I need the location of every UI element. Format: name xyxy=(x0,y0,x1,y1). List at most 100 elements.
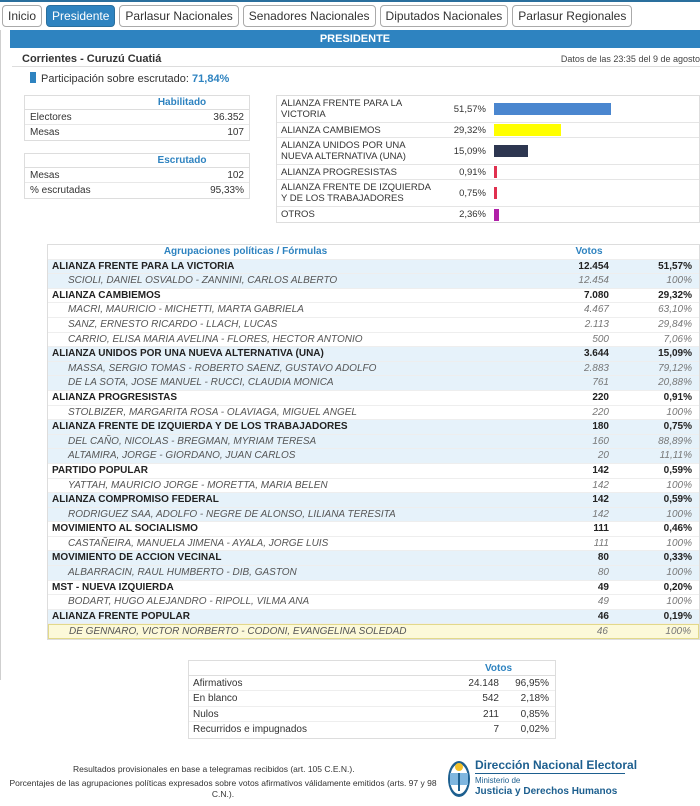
row-votes: 111 xyxy=(593,537,609,549)
row-votes: 46 xyxy=(597,610,609,622)
candidate-row: ALTAMIRA, JORGE - GIORDANO, JUAN CARLOS 2… xyxy=(48,449,699,464)
tab-parlasur-regionales[interactable]: Parlasur Regionales xyxy=(512,5,633,27)
candidate-row: STOLBIZER, MARGARITA ROSA - OLAVIAGA, MI… xyxy=(48,406,699,421)
row-pct: 100% xyxy=(666,406,692,418)
row-votes: 180 xyxy=(592,421,609,433)
row-value: 36.352 xyxy=(213,112,244,123)
row-name: MST - NUEVA IZQUIERDA xyxy=(52,581,174,593)
candidate-row: CASTAÑEIRA, MANUELA JIMENA - AYALA, JORG… xyxy=(48,537,699,552)
habilitado-row: Electores 36.352 xyxy=(25,110,249,125)
bar-pct: 2,36% xyxy=(459,209,486,220)
row-pct: 0,91% xyxy=(663,391,692,403)
candidate-row: CARRIO, ELISA MARIA AVELINA - FLORES, HE… xyxy=(48,333,699,348)
candidate-row: RODRIGUEZ SAA, ADOLFO - NEGRE DE ALONSO,… xyxy=(48,507,699,523)
row-pct: 51,57% xyxy=(658,260,692,272)
row-votes: 46 xyxy=(596,626,608,638)
row-name: DEL CAÑO, NICOLAS - BREGMAN, MYRIAM TERE… xyxy=(68,435,317,447)
votos-pct: 96,95% xyxy=(515,678,549,689)
votos-row: Recurridos e impugnados 7 0,02% xyxy=(189,722,555,737)
row-name: PARTIDO POPULAR xyxy=(52,464,148,476)
bar-label: ALIANZA FRENTE PARA LA VICTORIA xyxy=(281,98,402,120)
party-row: MOVIMIENTO DE ACCION VECINAL 80 0,33% xyxy=(48,551,699,567)
tab-presidente[interactable]: Presidente xyxy=(46,5,116,27)
row-pct: 100% xyxy=(666,537,692,549)
footer-note-1: Resultados provisionales en base a teleg… xyxy=(73,764,355,774)
votos-row: Nulos 211 0,85% xyxy=(189,707,555,723)
tab-senadores-nacionales[interactable]: Senadores Nacionales xyxy=(242,5,376,27)
row-name: DE GENNARO, VICTOR NORBERTO - CODONI, EV… xyxy=(69,626,407,638)
row-label: Mesas xyxy=(30,170,60,181)
row-pct: 100% xyxy=(665,626,691,638)
bar-fill xyxy=(494,124,561,136)
header-agrupaciones: Agrupaciones políticas / Fórmulas xyxy=(163,246,328,257)
party-row: ALIANZA PROGRESISTAS 220 0,91% xyxy=(48,391,699,406)
votos-label: Nulos xyxy=(193,708,219,720)
row-pct: 0,46% xyxy=(663,523,692,535)
bar-fill xyxy=(494,103,611,115)
footer-note-2: Porcentajes de las agrupaciones política… xyxy=(9,778,437,799)
row-name: ALIANZA PROGRESISTAS xyxy=(52,391,178,403)
row-votes: 761 xyxy=(592,377,609,389)
candidate-row: ALBARRACIN, RAUL HUMBERTO - DIB, GASTON 8… xyxy=(48,566,699,581)
row-pct: 7,06% xyxy=(663,333,692,345)
logo-ministry-line2: Justicia y Derechos Humanos xyxy=(475,786,618,797)
row-name: MACRI, MAURICIO - MICHETTI, MARTA GABRIE… xyxy=(68,304,304,316)
votos-label: En blanco xyxy=(193,693,238,705)
row-value: 102 xyxy=(227,170,244,181)
row-votes: 12.454 xyxy=(578,275,609,287)
row-pct: 100% xyxy=(666,479,692,491)
habilitado-row: Mesas 107 xyxy=(25,125,249,140)
party-row: MOVIMIENTO AL SOCIALISMO 111 0,46% xyxy=(48,522,699,537)
row-votes: 142 xyxy=(592,508,609,520)
logo-divider xyxy=(475,773,625,774)
header-pct xyxy=(639,245,699,259)
habilitado-box: Habilitado Electores 36.352 Mesas 107 xyxy=(24,95,250,141)
bar-row: ALIANZA UNIDOS POR UNA NUEVA ALTERNATIVA… xyxy=(277,138,699,165)
participation: Participación sobre escrutado: 71,84% xyxy=(30,72,229,85)
logo-title: Dirección Nacional Electoral xyxy=(475,758,638,772)
votos-count: 24.148 xyxy=(468,678,499,689)
row-name: DE LA SOTA, JOSE MANUEL - RUCCI, CLAUDIA… xyxy=(68,377,334,389)
row-name: CASTAÑEIRA, MANUELA JIMENA - AYALA, JORG… xyxy=(68,537,329,549)
row-name: ALIANZA CAMBIEMOS xyxy=(52,289,161,301)
tab-inicio[interactable]: Inicio xyxy=(2,5,43,27)
bar-label: ALIANZA UNIDOS POR UNA NUEVA ALTERNATIVA… xyxy=(281,140,406,162)
candidate-row: SANZ, ERNESTO RICARDO - LLACH, LUCAS 2.11… xyxy=(48,318,699,333)
row-name: STOLBIZER, MARGARITA ROSA - OLAVIAGA, MI… xyxy=(68,406,357,418)
row-pct: 0,59% xyxy=(663,464,692,476)
row-votes: 142 xyxy=(592,494,609,506)
party-row: MST - NUEVA IZQUIERDA 49 0,20% xyxy=(48,581,699,596)
results-bar-chart: ALIANZA FRENTE PARA LA VICTORIA 51,57% ALI… xyxy=(276,95,700,223)
dne-logo: Dirección Nacional Electoral Ministerio … xyxy=(447,757,637,801)
argentina-shield-icon xyxy=(448,761,470,797)
row-pct: 29,32% xyxy=(658,289,692,301)
votos-row: Afirmativos 24.148 96,95% xyxy=(189,676,555,692)
row-value: 107 xyxy=(227,127,244,138)
row-label: % escrutadas xyxy=(30,185,91,196)
row-pct: 0,20% xyxy=(663,581,692,593)
participation-marker-icon xyxy=(30,72,36,83)
row-votes: 49 xyxy=(597,581,609,593)
bar-pct: 0,91% xyxy=(459,166,486,178)
candidate-row: SCIOLI, DANIEL OSVALDO - ZANNINI, CARLOS… xyxy=(48,274,699,289)
votos-title: Votos xyxy=(189,661,555,676)
row-votes: 220 xyxy=(592,406,609,418)
row-name: ALIANZA FRENTE DE IZQUIERDA Y DE LOS TRA… xyxy=(52,421,348,433)
party-row: ALIANZA UNIDOS POR UNA NUEVA ALTERNATIVA… xyxy=(48,347,699,362)
tab-parlasur-nacionales[interactable]: Parlasur Nacionales xyxy=(119,5,239,27)
row-value: 95,33% xyxy=(210,185,244,196)
row-votes: 80 xyxy=(597,567,609,579)
row-pct: 15,09% xyxy=(658,348,692,360)
row-name: YATTAH, MAURICIO JORGE - MORETTA, MARIA … xyxy=(68,479,328,491)
party-row: ALIANZA FRENTE DE IZQUIERDA Y DE LOS TRA… xyxy=(48,420,699,435)
candidate-row: DEL CAÑO, NICOLAS - BREGMAN, MYRIAM TERE… xyxy=(48,434,699,450)
candidate-row: DE LA SOTA, JOSE MANUEL - RUCCI, CLAUDIA… xyxy=(48,376,699,391)
tab-diputados-nacionales[interactable]: Diputados Nacionales xyxy=(379,5,509,27)
habilitado-title: Habilitado xyxy=(25,96,249,110)
results-table: Agrupaciones políticas / Fórmulas Votos … xyxy=(47,244,700,641)
row-votes: 220 xyxy=(592,391,609,403)
row-name: ALBARRACIN, RAUL HUMBERTO - DIB, GASTON xyxy=(68,567,297,579)
row-votes: 12.454 xyxy=(578,260,609,272)
row-votes: 2.113 xyxy=(584,318,609,330)
row-name: BODART, HUGO ALEJANDRO - RIPOLL, VILMA A… xyxy=(68,596,310,608)
